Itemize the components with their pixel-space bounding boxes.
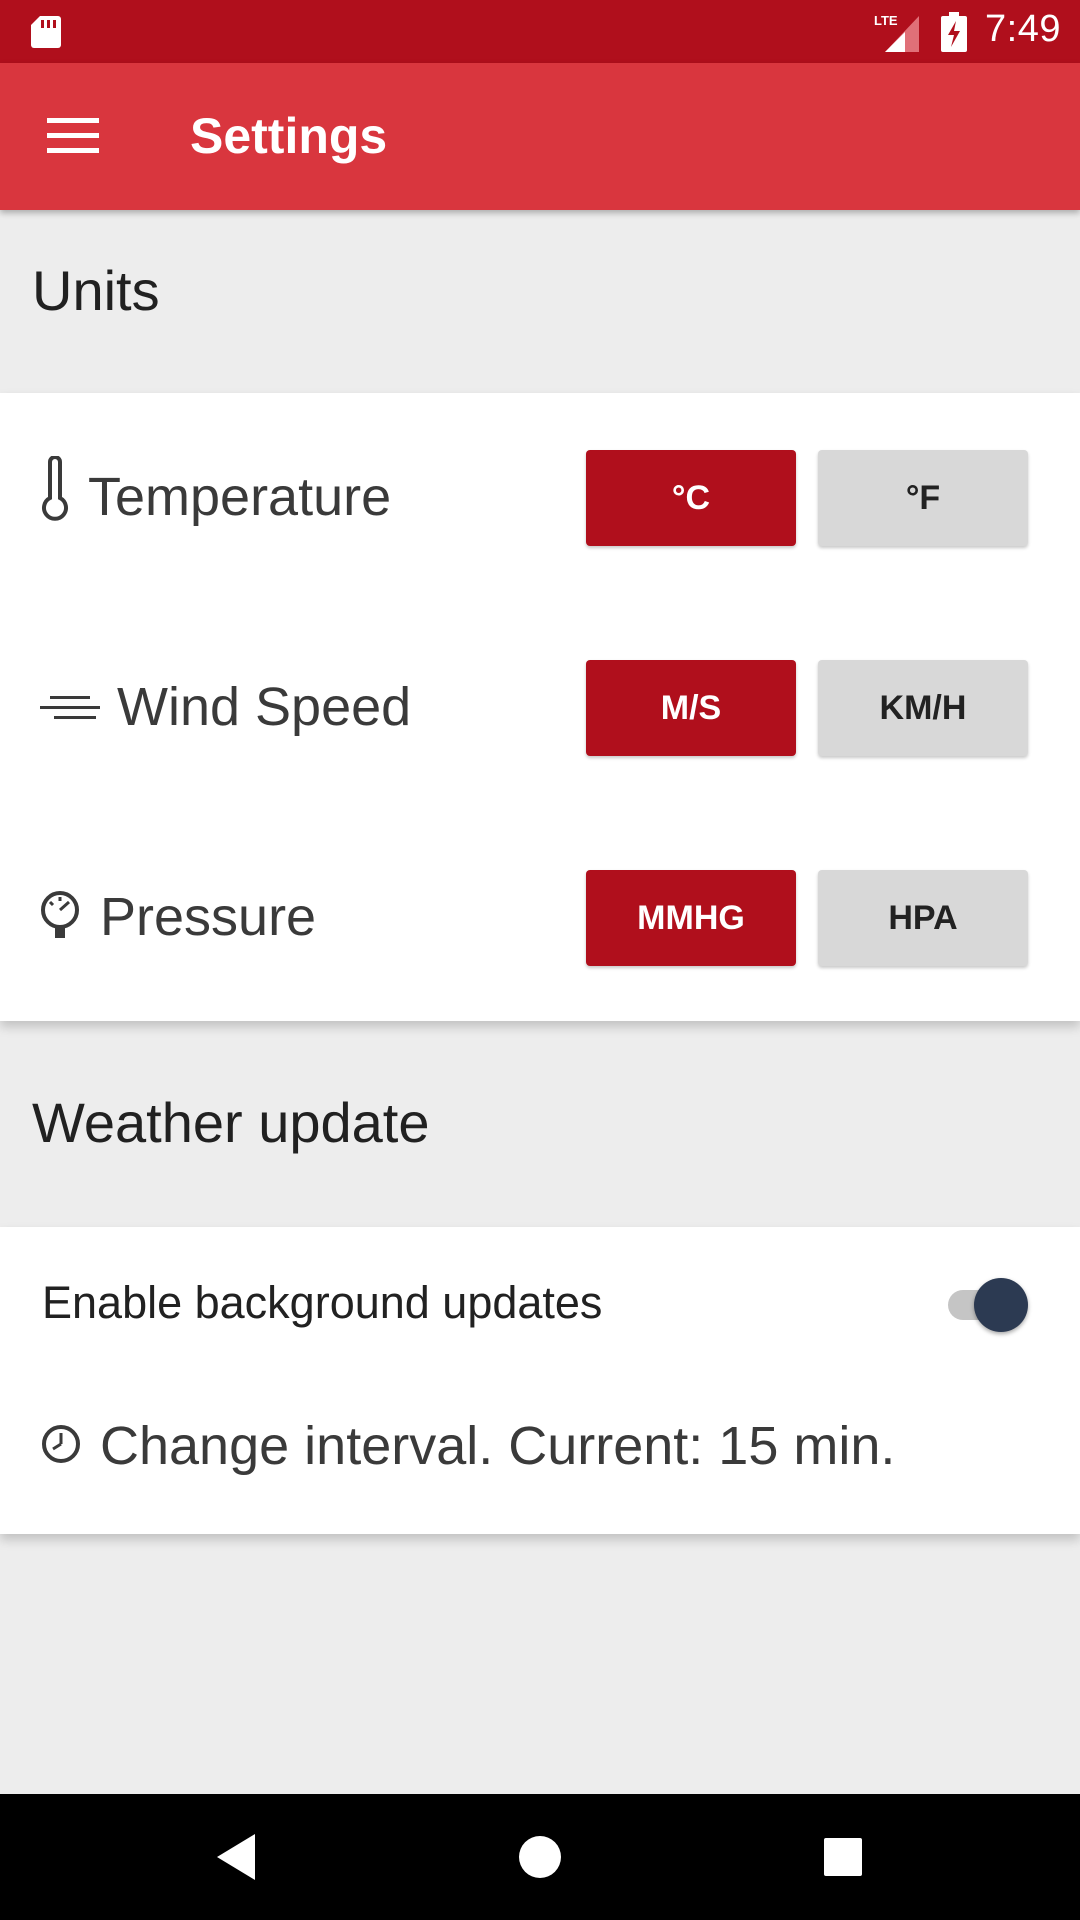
change-interval-row[interactable]: Change interval. Current: 15 min.	[0, 1377, 1080, 1534]
weather-update-section-header: Weather update	[32, 1091, 430, 1154]
lte-signal-icon: LTE	[874, 13, 919, 52]
hamburger-menu-icon	[47, 118, 99, 153]
thermometer-icon	[42, 456, 68, 521]
toggle-thumb	[974, 1278, 1028, 1332]
mmhg-button[interactable]: MMHG	[586, 870, 796, 966]
app-bar: Settings	[0, 63, 1080, 210]
pressure-label: Pressure	[100, 887, 317, 947]
celsius-button[interactable]: °C	[586, 450, 796, 546]
navigation-bar	[0, 1794, 1080, 1920]
home-button[interactable]	[507, 1824, 573, 1890]
fahrenheit-button[interactable]: °F	[818, 450, 1028, 546]
home-icon	[519, 1836, 561, 1878]
background-updates-label: Enable background updates	[42, 1277, 603, 1328]
battery-charging-icon	[941, 12, 967, 52]
sd-card-icon	[31, 16, 61, 48]
units-section-header: Units	[32, 259, 160, 322]
units-card: Temperature °C °F Wind Speed M/S KM/H Pr…	[0, 393, 1080, 1021]
background-updates-row[interactable]: Enable background updates	[0, 1227, 1080, 1377]
status-bar: LTE 7:49	[0, 0, 1080, 63]
network-label: LTE	[874, 13, 898, 28]
wind-icon	[40, 696, 100, 719]
status-time: 7:49	[985, 8, 1061, 50]
wind-speed-row: Wind Speed M/S KM/H	[0, 660, 1080, 756]
change-interval-label: Change interval. Current: 15 min.	[100, 1416, 896, 1476]
settings-screen: LTE 7:49 Settings Units Temperature °C °…	[0, 0, 1080, 1920]
kilometers-per-hour-button[interactable]: KM/H	[818, 660, 1028, 756]
background-updates-toggle[interactable]	[944, 1274, 1030, 1332]
recents-icon	[824, 1838, 862, 1876]
clock-icon	[42, 1425, 80, 1463]
temperature-row: Temperature °C °F	[0, 450, 1080, 546]
menu-button[interactable]	[40, 103, 106, 169]
back-button[interactable]	[204, 1824, 270, 1890]
meters-per-second-button[interactable]: M/S	[586, 660, 796, 756]
recents-button[interactable]	[810, 1824, 876, 1890]
back-icon	[217, 1834, 255, 1880]
pressure-row: Pressure MMHG HPA	[0, 870, 1080, 966]
weather-update-card: Enable background updates Change interva…	[0, 1227, 1080, 1534]
temperature-label: Temperature	[88, 467, 392, 527]
page-title: Settings	[190, 108, 388, 164]
pressure-gauge-icon	[41, 891, 79, 938]
hpa-button[interactable]: HPA	[818, 870, 1028, 966]
wind-speed-label: Wind Speed	[117, 677, 412, 737]
